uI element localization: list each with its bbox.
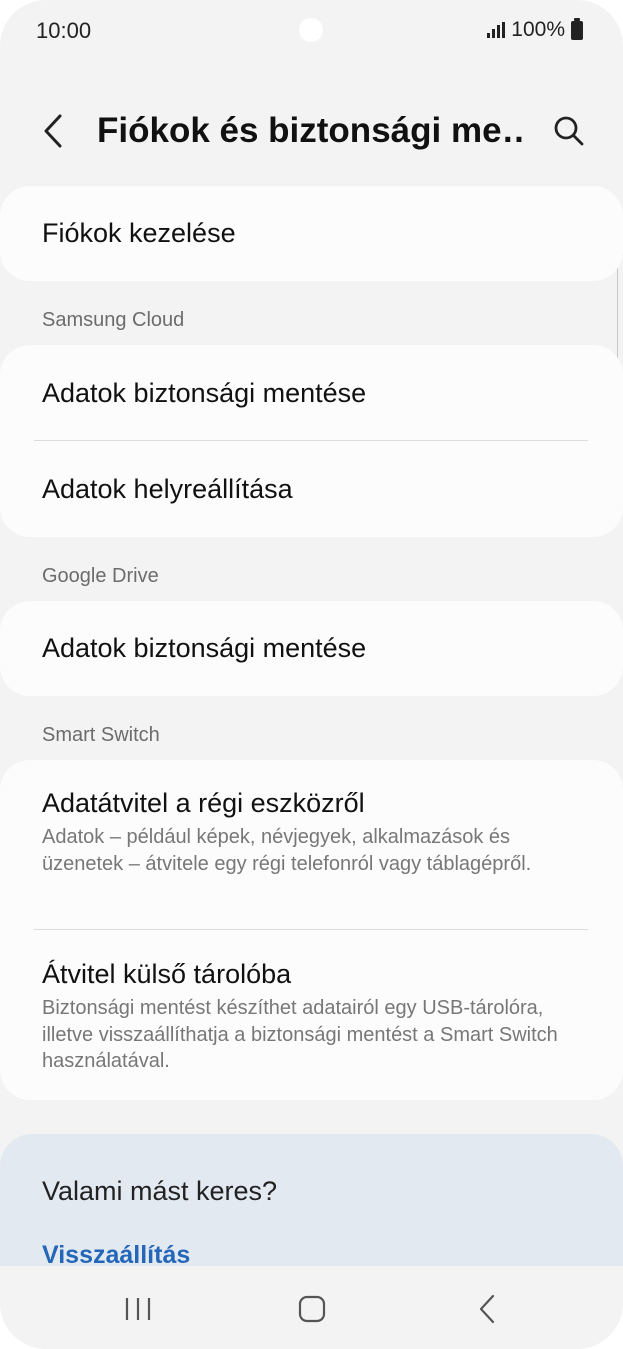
manage-accounts-card: Fiókok kezelése	[0, 186, 623, 281]
search-button[interactable]	[546, 108, 592, 154]
samsung-cloud-backup-item[interactable]: Adatok biztonsági mentése	[0, 345, 623, 441]
page-title: Fiókok és biztonsági me…	[97, 111, 527, 150]
recents-button[interactable]	[113, 1286, 163, 1332]
suggestion-title: Valami mást keres?	[42, 1176, 278, 1206]
navigation-bar	[0, 1266, 623, 1349]
smart-switch-header: Smart Switch	[42, 724, 160, 746]
suggestion-card: Valami mást keres? Visszaállítás	[0, 1134, 623, 1266]
battery-icon	[571, 17, 583, 40]
google-drive-header: Google Drive	[42, 565, 159, 587]
samsung-cloud-header: Samsung Cloud	[42, 309, 185, 331]
battery-percentage: 100%	[511, 18, 565, 41]
google-drive-card: Adatok biztonsági mentése	[0, 601, 623, 696]
status-indicators: 100%	[487, 17, 583, 42]
manage-accounts-item[interactable]: Fiókok kezelése	[0, 186, 623, 281]
transfer-external-storage-label: Átvitel külső tárolóba	[42, 959, 292, 989]
samsung-cloud-restore-item[interactable]: Adatok helyreállítása	[0, 441, 623, 537]
back-button[interactable]	[30, 108, 76, 154]
home-button[interactable]	[287, 1286, 337, 1332]
status-time: 10:00	[36, 18, 92, 43]
status-bar: 10:00 100%	[0, 0, 623, 62]
smart-switch-card: Adatátvitel a régi eszközről Adatok – pé…	[0, 760, 623, 1100]
samsung-cloud-backup-label: Adatok biztonsági mentése	[42, 378, 367, 408]
front-camera	[299, 18, 323, 42]
nav-back-button[interactable]	[462, 1286, 512, 1332]
recents-icon	[125, 1298, 151, 1320]
chevron-left-icon	[44, 114, 62, 148]
samsung-cloud-restore-label: Adatok helyreállítása	[42, 474, 293, 504]
back-icon	[479, 1294, 495, 1324]
transfer-external-storage-item[interactable]: Átvitel külső tárolóba Biztonsági mentés…	[0, 930, 623, 1100]
google-drive-backup-item[interactable]: Adatok biztonsági mentése	[0, 601, 623, 696]
search-icon	[554, 116, 584, 146]
samsung-cloud-card: Adatok biztonsági mentése Adatok helyreá…	[0, 345, 623, 537]
transfer-old-device-item[interactable]: Adatátvitel a régi eszközről Adatok – pé…	[0, 760, 623, 930]
transfer-old-device-description: Adatok – például képek, névjegyek, alkal…	[42, 826, 532, 875]
signal-icon	[487, 22, 506, 38]
home-icon	[298, 1295, 326, 1323]
phone-screen: 10:00 100% Fiókok és biztonsági me… Fiók…	[0, 0, 623, 1349]
reset-link[interactable]: Visszaállítás	[42, 1241, 190, 1266]
transfer-external-storage-description: Biztonsági mentést készíthet adatairól e…	[42, 997, 558, 1072]
manage-accounts-label: Fiókok kezelése	[42, 218, 236, 248]
google-drive-backup-label: Adatok biztonsági mentése	[42, 633, 367, 663]
transfer-old-device-label: Adatátvitel a régi eszközről	[42, 788, 365, 818]
app-bar: Fiókok és biztonsági me…	[0, 96, 623, 166]
